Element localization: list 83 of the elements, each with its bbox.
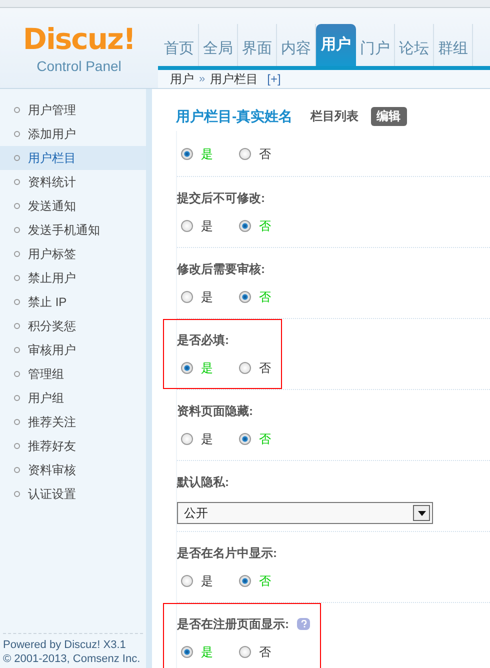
logo-subtitle: Control Panel <box>36 57 122 76</box>
radio-button[interactable] <box>181 291 193 303</box>
help-icon[interactable] <box>297 618 310 630</box>
radio-button[interactable] <box>239 148 251 160</box>
sidebar-item[interactable]: 用户管理 <box>0 98 146 122</box>
bullet-icon <box>14 395 20 401</box>
radio-button[interactable] <box>181 575 193 587</box>
field-label: 是否必填: <box>177 332 229 349</box>
bullet-icon <box>14 131 20 137</box>
bullet-icon <box>14 155 20 161</box>
sidebar-item[interactable]: 禁止 IP <box>0 290 146 314</box>
bullet-icon <box>14 467 20 473</box>
option-label: 是 <box>201 644 213 661</box>
bullet-icon <box>14 107 20 113</box>
sidebar-item[interactable]: 资料审核 <box>0 458 146 482</box>
breadcrumb-separator: » <box>199 72 206 87</box>
radio-button[interactable] <box>181 362 193 374</box>
field-label: 资料页面隐藏: <box>177 403 253 420</box>
sidebar-item[interactable]: 认证设置 <box>0 482 146 506</box>
sidebar-item[interactable]: 发送通知 <box>0 194 146 218</box>
privacy-select[interactable]: 公开 <box>177 502 433 524</box>
footer-text: Powered by Discuz! X3.1 <box>3 638 127 652</box>
option-label: 否 <box>259 644 271 661</box>
breadcrumb-item[interactable]: 用户 <box>170 70 194 88</box>
option-label: 是 <box>201 146 213 163</box>
field-label: 是否在注册页面显示: <box>177 616 289 633</box>
option-label: 否 <box>259 431 271 448</box>
field-label: 提交后不可修改: <box>177 190 265 207</box>
sidebar-item[interactable]: 资料统计 <box>0 170 146 194</box>
radio-button[interactable] <box>181 220 193 232</box>
radio-button[interactable] <box>239 291 251 303</box>
bullet-icon <box>14 203 20 209</box>
sidebar-item[interactable]: 用户标签 <box>0 242 146 266</box>
bullet-icon <box>14 179 20 185</box>
add-link[interactable]: [+] <box>267 70 281 88</box>
sidebar-item[interactable]: 推荐好友 <box>0 434 146 458</box>
bullet-icon <box>14 299 20 305</box>
field-label: 默认隐私: <box>177 474 229 491</box>
bullet-icon <box>14 251 20 257</box>
option-label: 是 <box>201 289 213 306</box>
page-title: 用户栏目-真实姓名 <box>176 106 293 126</box>
option-label: 是 <box>201 573 213 590</box>
bullet-icon <box>14 443 20 449</box>
field-label: 是否在名片中显示: <box>177 545 277 562</box>
option-label: 否 <box>259 360 271 377</box>
radio-button[interactable] <box>239 433 251 445</box>
column-list-link[interactable]: 栏目列表 <box>310 107 359 125</box>
radio-button[interactable] <box>239 362 251 374</box>
option-label: 否 <box>259 289 271 306</box>
option-label: 否 <box>259 573 271 590</box>
breadcrumb-item: 用户栏目 <box>210 71 258 88</box>
bullet-icon <box>14 371 20 377</box>
sidebar-item[interactable]: 添加用户 <box>0 122 146 146</box>
radio-button[interactable] <box>239 220 251 232</box>
sidebar-item[interactable]: 用户组 <box>0 386 146 410</box>
option-label: 否 <box>259 218 271 235</box>
option-label: 是 <box>201 218 213 235</box>
sidebar-item[interactable]: 禁止用户 <box>0 266 146 290</box>
radio-button[interactable] <box>181 148 193 160</box>
radio-button[interactable] <box>239 646 251 658</box>
bullet-icon <box>14 347 20 353</box>
bullet-icon <box>14 323 20 329</box>
edit-tab[interactable]: 编辑 <box>370 106 407 126</box>
sidebar-item[interactable]: 发送手机通知 <box>0 218 146 242</box>
radio-button[interactable] <box>181 433 193 445</box>
option-label: 否 <box>259 146 271 163</box>
field-label: 修改后需要审核: <box>177 261 265 278</box>
sidebar-item[interactable]: 管理组 <box>0 362 146 386</box>
footer-text: © 2001-2013, Comsenz Inc. <box>3 652 142 666</box>
option-label: 是 <box>201 431 213 448</box>
bullet-icon <box>14 491 20 497</box>
logo-text: Discuz! <box>22 24 136 54</box>
bullet-icon <box>14 275 20 281</box>
bullet-icon <box>14 419 20 425</box>
radio-button[interactable] <box>239 575 251 587</box>
nav-tab[interactable]: 用户 <box>316 24 356 66</box>
radio-button[interactable] <box>181 646 193 658</box>
sidebar-item[interactable]: 审核用户 <box>0 338 146 362</box>
bullet-icon <box>14 227 20 233</box>
sidebar-item[interactable]: 推荐关注 <box>0 410 146 434</box>
sidebar-item[interactable]: 用户栏目 <box>0 146 146 170</box>
sidebar-item[interactable]: 积分奖惩 <box>0 314 146 338</box>
option-label: 是 <box>201 360 213 377</box>
